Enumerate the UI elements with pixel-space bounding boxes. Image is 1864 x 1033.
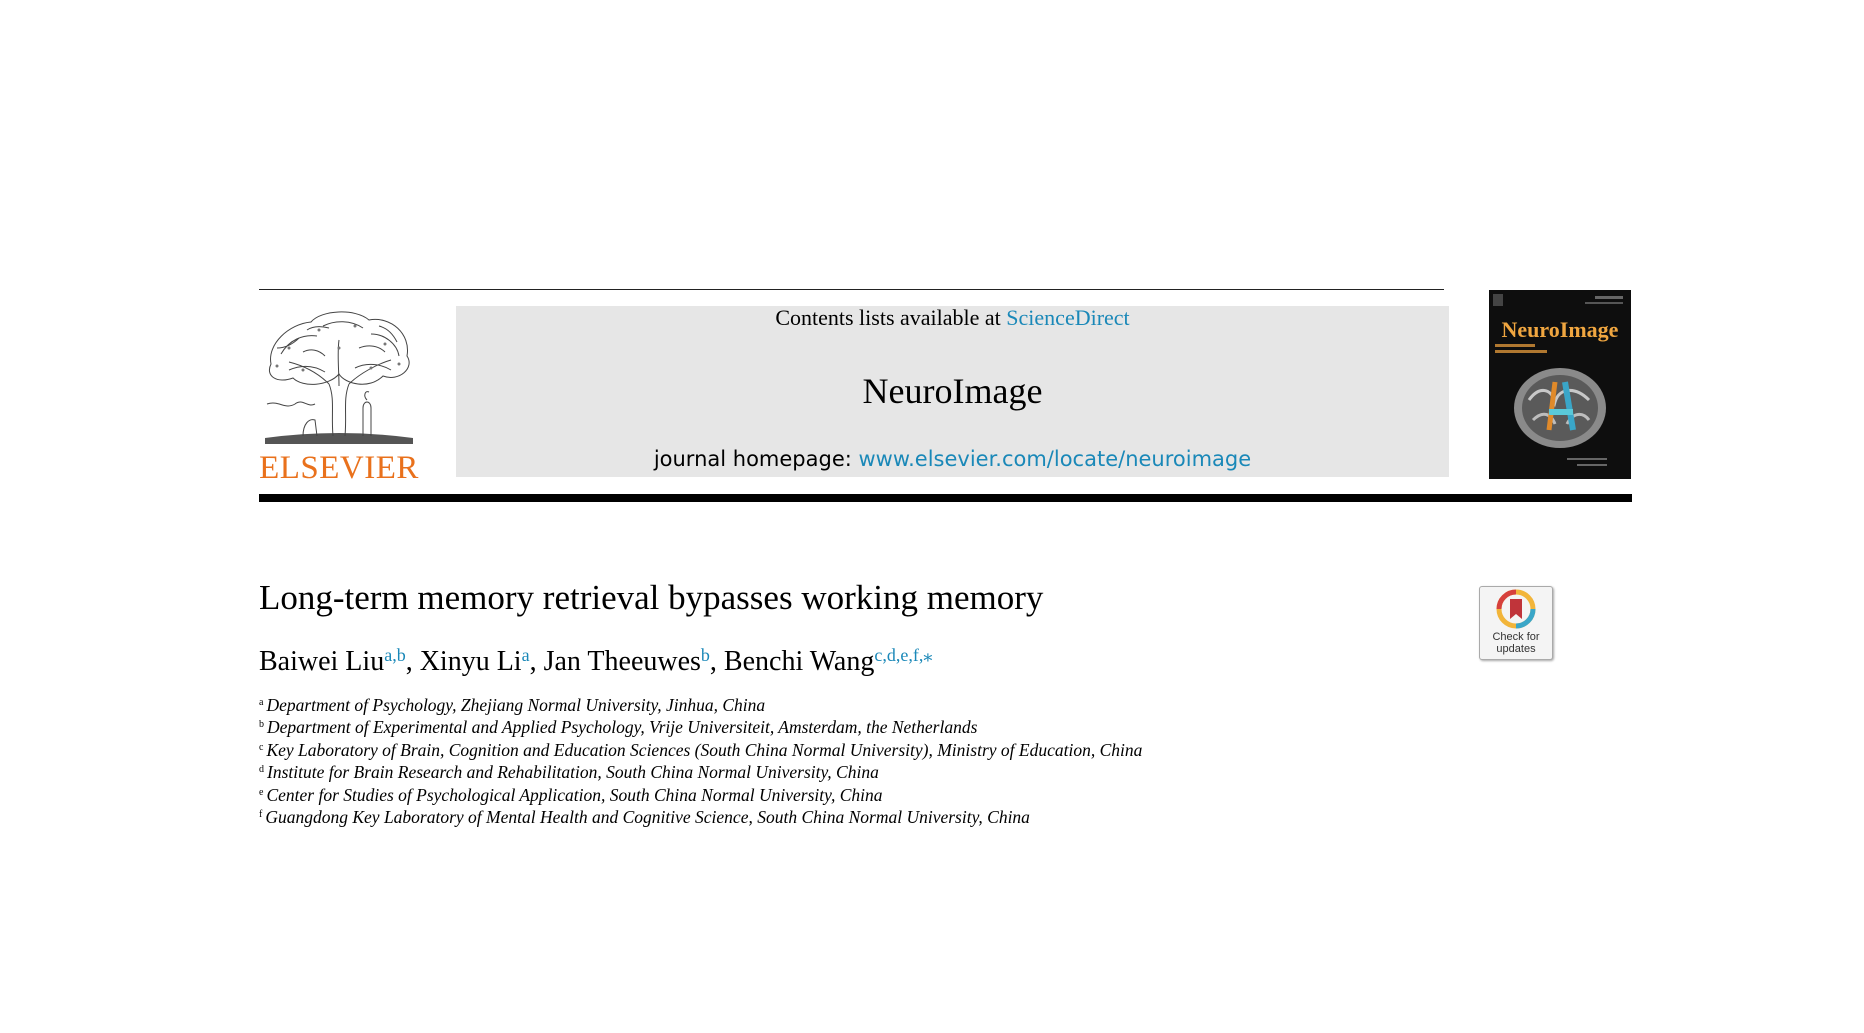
elsevier-tree-logo-icon bbox=[265, 311, 413, 444]
journal-cover[interactable]: NeuroImage bbox=[1489, 290, 1631, 479]
journal-homepage-link[interactable]: www.elsevier.com/locate/neuroimage bbox=[859, 447, 1252, 471]
affiliation-key: b bbox=[259, 719, 264, 731]
affiliation-key: c bbox=[259, 741, 264, 753]
author-separator: , bbox=[709, 646, 724, 677]
affiliation-text: Key Laboratory of Brain, Cognition and E… bbox=[266, 739, 1143, 760]
affiliation-key: f bbox=[259, 809, 263, 821]
affiliation-text: Center for Studies of Psychological Appl… bbox=[266, 784, 883, 805]
author-name[interactable]: Benchi Wang bbox=[724, 646, 874, 677]
homepage-prefix: journal homepage: bbox=[653, 447, 859, 471]
affiliation-key: e bbox=[259, 786, 264, 798]
author-separator: , bbox=[529, 646, 544, 677]
affiliation-text: Department of Psychology, Zhejiang Norma… bbox=[266, 695, 766, 715]
publisher-name: ELSEVIER bbox=[259, 450, 419, 486]
author-name[interactable]: Jan Theeuwes bbox=[544, 646, 701, 677]
affiliation-item: e Center for Studies of Psychological App… bbox=[259, 784, 1142, 806]
author-affiliation-ref[interactable]: b bbox=[701, 645, 710, 665]
homepage-line: journal homepage: www.elsevier.com/locat… bbox=[456, 447, 1449, 471]
affiliation-item: b Department of Experimental and Applied … bbox=[259, 716, 1142, 738]
contents-line: Contents lists available at ScienceDirec… bbox=[456, 306, 1449, 330]
badge-line-1: Check for bbox=[1492, 631, 1540, 643]
affiliation-text: Guangdong Key Laboratory of Mental Healt… bbox=[265, 807, 1030, 828]
affiliation-item: f Guangdong Key Laboratory of Mental Heal… bbox=[259, 806, 1142, 828]
header-top-rule bbox=[259, 289, 1444, 290]
affiliation-item: d Institute for Brain Research and Rehabi… bbox=[259, 761, 1142, 783]
journal-banner: Contents lists available at ScienceDirec… bbox=[456, 306, 1449, 477]
affiliation-text: Department of Experimental and Applied P… bbox=[267, 717, 978, 738]
affiliation-item: a Department of Psychology, Zhejiang Norm… bbox=[259, 694, 1142, 716]
affiliation-text: Institute for Brain Research and Rehabil… bbox=[267, 762, 879, 783]
author-separator: , bbox=[405, 646, 420, 677]
author-affiliation-ref[interactable]: c,d,e,f,⁎ bbox=[874, 645, 932, 665]
author-affiliation-ref[interactable]: a bbox=[522, 645, 530, 665]
crossmark-bookmark-icon bbox=[1496, 589, 1536, 629]
sciencedirect-link[interactable]: ScienceDirect bbox=[1006, 305, 1129, 330]
elsevier-logo[interactable]: ELSEVIER bbox=[259, 304, 419, 486]
article-title: Long-term memory retrieval bypasses work… bbox=[259, 578, 1044, 617]
author-name[interactable]: Baiwei Liu bbox=[259, 646, 384, 677]
contents-prefix: Contents lists available at bbox=[775, 305, 1007, 330]
journal-name: NeuroImage bbox=[862, 371, 1043, 411]
check-for-updates-label: Check for updates bbox=[1480, 631, 1552, 655]
affiliation-key: d bbox=[259, 764, 264, 776]
affiliation-list: a Department of Psychology, Zhejiang Norm… bbox=[259, 694, 1142, 828]
header-thick-rule bbox=[259, 494, 1632, 502]
check-for-updates-badge[interactable]: Check for updates bbox=[1479, 586, 1553, 660]
badge-line-2: updates bbox=[1496, 643, 1536, 655]
affiliation-item: c Key Laboratory of Brain, Cognition and … bbox=[259, 739, 1142, 761]
author-list: Baiwei Liua,b, Xinyu Lia, Jan Theeuwesb,… bbox=[259, 642, 932, 682]
cover-title: NeuroImage bbox=[1501, 317, 1619, 342]
author-affiliation-ref[interactable]: a,b bbox=[384, 645, 406, 665]
author-name[interactable]: Xinyu Li bbox=[420, 646, 522, 677]
affiliation-key: a bbox=[259, 697, 264, 708]
